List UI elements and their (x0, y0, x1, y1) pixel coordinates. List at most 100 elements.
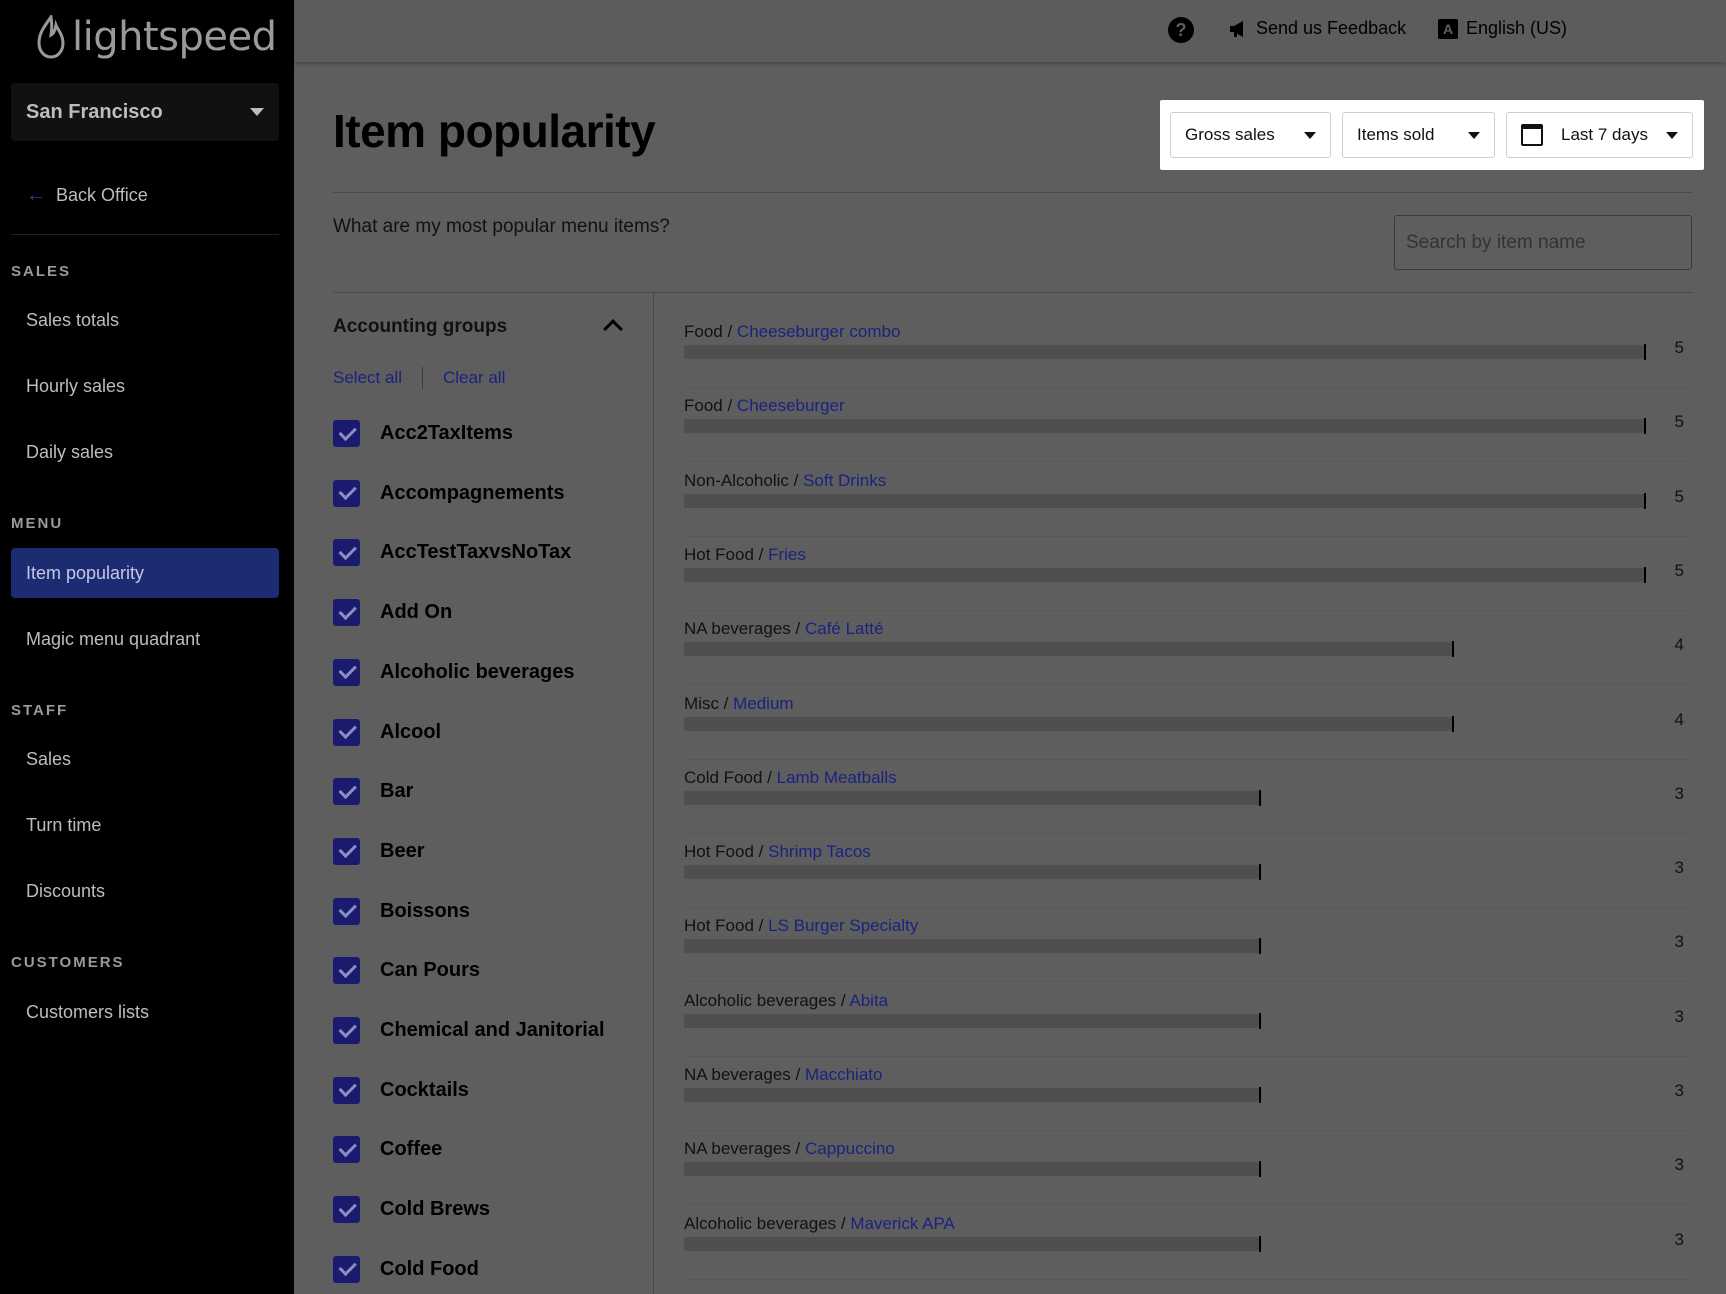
row-divider (684, 1278, 1690, 1280)
item-name-link[interactable]: Soft Drinks (803, 471, 886, 490)
checkbox-checked-icon[interactable] (333, 1136, 360, 1164)
accounting-group-label: Chemical and Janitorial (380, 1019, 605, 1041)
accounting-group-item[interactable]: Cold Food (333, 1255, 479, 1283)
item-name-link[interactable]: Abita (849, 991, 888, 1010)
item-row: Food / Cheeseburger combo 5 (684, 314, 1690, 388)
date-range-dropdown[interactable]: Last 7 days (1506, 112, 1693, 158)
item-name-link[interactable]: LS Burger Specialty (768, 916, 918, 935)
item-bar (684, 716, 1454, 731)
accounting-group-item[interactable]: Beer (333, 837, 424, 865)
item-group: NA beverages / (684, 619, 805, 639)
location-selector[interactable]: San Francisco (11, 83, 279, 141)
item-name-link[interactable]: Cheeseburger combo (737, 322, 900, 341)
item-label: Cold Food / Lamb Meatballs (684, 768, 897, 788)
item-name-link[interactable]: Maverick APA (850, 1214, 955, 1233)
accounting-group-item[interactable]: Bar (333, 778, 413, 806)
item-label: Misc / Medium (684, 694, 794, 714)
checkbox-checked-icon[interactable] (333, 778, 360, 806)
item-label: Alcoholic beverages / Abita (684, 991, 888, 1011)
item-name-link[interactable]: Shrimp Tacos (768, 842, 871, 861)
checkbox-checked-icon[interactable] (333, 897, 360, 925)
item-name-link[interactable]: Lamb Meatballs (777, 768, 897, 787)
item-name-link[interactable]: Cheeseburger (737, 396, 845, 415)
language-selector[interactable]: A English (US) (1438, 18, 1567, 39)
send-feedback-link[interactable]: Send us Feedback (1228, 18, 1406, 39)
brand-name: lightspeed (72, 14, 277, 60)
accounting-group-item[interactable]: AccTestTaxvsNoTax (333, 539, 572, 567)
chevron-down-icon (1304, 131, 1316, 139)
accounting-group-label: Accompagnements (380, 481, 565, 504)
accounting-group-label: Add On (380, 601, 453, 624)
item-group: Food / (684, 396, 737, 416)
accounting-group-item[interactable]: Alcoholic beverages (333, 658, 575, 686)
sidebar-item-customers-lists[interactable]: Customers lists (11, 987, 279, 1037)
item-row: Alcoholic beverages / Maverick APA 3 (684, 1206, 1690, 1280)
accounting-group-label: Alcoholic beverages (380, 660, 575, 683)
item-label: Hot Food / Shrimp Tacos (684, 842, 871, 862)
accounting-group-label: AccTestTaxvsNoTax (380, 541, 572, 564)
metric-dropdown[interactable]: Gross sales (1170, 112, 1331, 158)
help-icon[interactable]: ? (1168, 17, 1194, 43)
checkbox-checked-icon[interactable] (333, 837, 360, 865)
group-actions: Select all Clear all (333, 367, 505, 389)
accounting-group-item[interactable]: Cocktails (333, 1076, 469, 1104)
sidebar-item-discounts[interactable]: Discounts (11, 866, 279, 916)
item-name-link[interactable]: Macchiato (805, 1065, 882, 1084)
item-row: NA beverages / Café Latté 4 (684, 611, 1690, 686)
accounting-group-item[interactable]: Add On (333, 599, 453, 627)
item-bar (684, 865, 1261, 880)
checkbox-checked-icon[interactable] (333, 599, 360, 627)
sidebar-item-item-popularity[interactable]: Item popularity (11, 548, 279, 598)
select-all-link[interactable]: Select all (333, 368, 402, 388)
accounting-group-item[interactable]: Acc2TaxItems (333, 420, 513, 447)
chevron-down-icon (1665, 131, 1678, 139)
metric-label: Gross sales (1185, 125, 1275, 144)
back-office-link[interactable]: ← Back Office (26, 180, 148, 210)
sidebar-item-sales-totals[interactable]: Sales totals (11, 295, 279, 345)
checkbox-checked-icon[interactable] (333, 658, 360, 686)
checkbox-checked-icon[interactable] (333, 539, 360, 567)
item-bar (684, 790, 1261, 805)
checkbox-checked-icon[interactable] (333, 957, 360, 985)
item-group: Non-Alcoholic / (684, 470, 804, 490)
checkbox-checked-icon[interactable] (333, 1017, 360, 1044)
sidebar-item-magic-menu-quadrant[interactable]: Magic menu quadrant (11, 614, 279, 664)
clear-all-link[interactable]: Clear all (443, 368, 505, 388)
checkbox-checked-icon[interactable] (333, 420, 360, 447)
accounting-group-item[interactable]: Alcool (333, 718, 441, 746)
lightspeed-logo[interactable]: lightspeed (36, 12, 277, 62)
checkbox-checked-icon[interactable] (333, 1255, 360, 1283)
item-name-link[interactable]: Café Latté (805, 619, 883, 638)
item-name-link[interactable]: Medium (733, 694, 793, 713)
accounting-group-item[interactable]: Can Pours (333, 957, 480, 985)
checkbox-checked-icon[interactable] (333, 479, 360, 507)
accounting-group-item[interactable]: Accompagnements (333, 479, 565, 507)
search-input[interactable] (1406, 231, 1680, 254)
page-title: Item popularity (333, 105, 656, 157)
accounting-group-item[interactable]: Chemical and Janitorial (333, 1017, 605, 1044)
flame-icon (37, 15, 65, 59)
item-label: Alcoholic beverages / Maverick APA (684, 1214, 955, 1234)
item-bar (684, 345, 1646, 359)
chevron-up-icon[interactable] (603, 319, 623, 339)
section-sales: SALES (11, 263, 72, 280)
search-field[interactable] (1394, 215, 1692, 270)
sidebar-item-turn-time[interactable]: Turn time (11, 800, 279, 850)
sidebar-item-hourly-sales[interactable]: Hourly sales (11, 361, 279, 411)
checkbox-checked-icon[interactable] (333, 1196, 360, 1224)
accounting-group-item[interactable]: Coffee (333, 1136, 442, 1164)
sort-dropdown[interactable]: Items sold (1342, 112, 1495, 158)
item-bar-marker (1259, 1161, 1261, 1178)
item-group: Alcoholic beverages / (684, 1213, 851, 1233)
accounting-group-item[interactable]: Cold Brews (333, 1196, 490, 1224)
accounting-groups-title: Accounting groups (333, 316, 508, 337)
column-divider (653, 292, 654, 1294)
item-name-link[interactable]: Cappuccino (805, 1139, 895, 1158)
checkbox-checked-icon[interactable] (333, 718, 360, 746)
item-name-link[interactable]: Fries (768, 545, 806, 564)
item-bar-marker (1259, 1235, 1261, 1252)
sidebar-item-staff-sales[interactable]: Sales (11, 734, 279, 784)
checkbox-checked-icon[interactable] (333, 1076, 360, 1104)
sidebar-item-daily-sales[interactable]: Daily sales (11, 427, 279, 477)
accounting-group-item[interactable]: Boissons (333, 897, 470, 925)
